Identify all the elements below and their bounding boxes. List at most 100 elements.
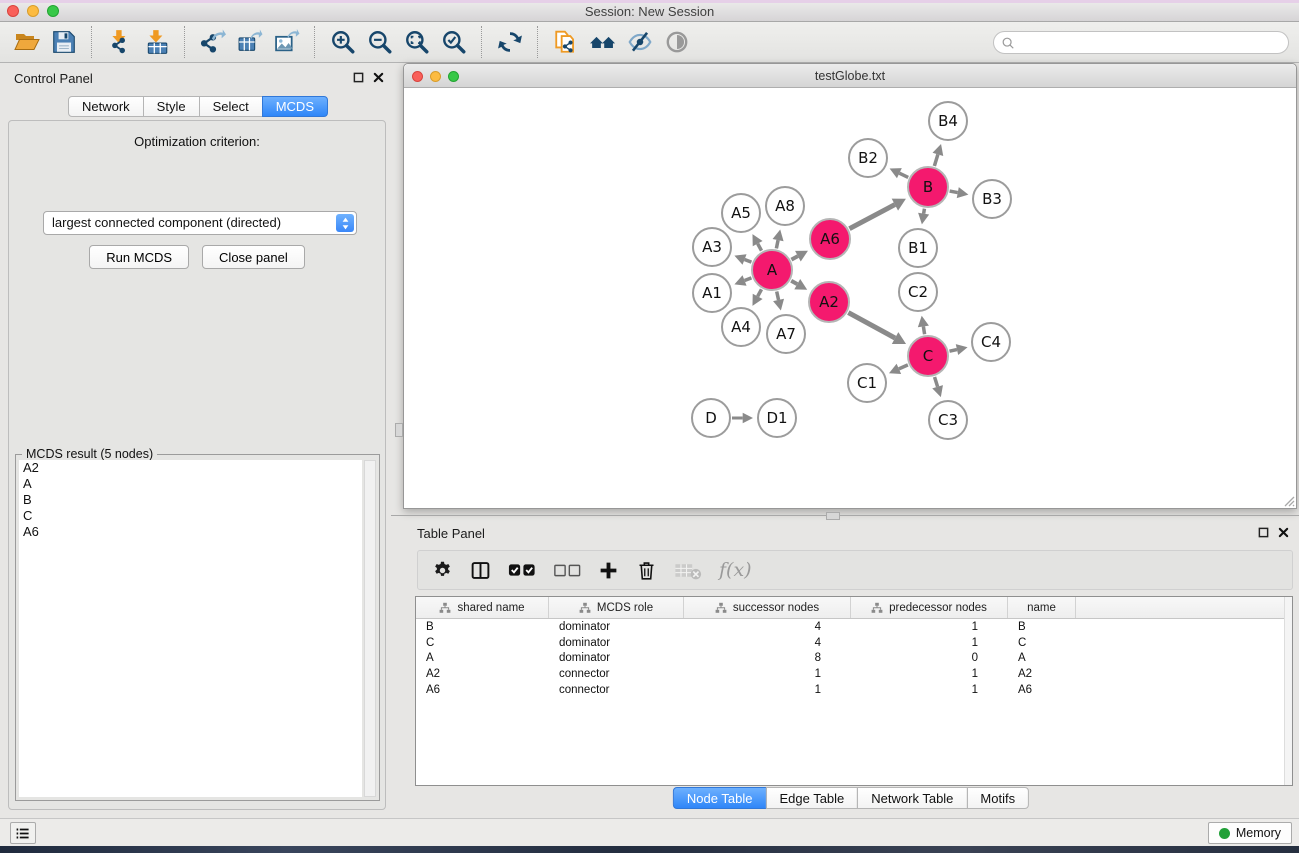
- table-cell[interactable]: C: [416, 637, 549, 649]
- open-session-button[interactable]: [8, 24, 45, 60]
- memory-button[interactable]: Memory: [1208, 822, 1292, 844]
- column-header-MCDS-role[interactable]: MCDS role: [549, 597, 684, 618]
- table-cell[interactable]: 8: [684, 652, 851, 664]
- search-input[interactable]: [1015, 34, 1288, 52]
- table-cell[interactable]: 1: [851, 621, 1008, 633]
- table-cell[interactable]: connector: [549, 668, 684, 680]
- table-cell[interactable]: A6: [1008, 684, 1076, 696]
- zoom-fit-button[interactable]: [398, 24, 435, 60]
- table-cell[interactable]: A2: [416, 668, 549, 680]
- run-mcds-button[interactable]: Run MCDS: [89, 245, 189, 269]
- table-cell[interactable]: B: [416, 621, 549, 633]
- table-cell[interactable]: 4: [684, 621, 851, 633]
- graph-node-B4[interactable]: B4: [929, 102, 967, 140]
- resize-grip-icon[interactable]: [1281, 493, 1295, 507]
- zoom-in-button[interactable]: [324, 24, 361, 60]
- task-history-button[interactable]: [10, 822, 36, 844]
- save-session-button[interactable]: [45, 24, 82, 60]
- network-graph-canvas[interactable]: B4B2BB3A5A8A6A3B1AA1C2A2A4A7C4CC1DD1C3: [405, 89, 1297, 509]
- graph-node-B2[interactable]: B2: [849, 139, 887, 177]
- export-network-button[interactable]: [194, 24, 231, 60]
- table-cell[interactable]: connector: [549, 684, 684, 696]
- tab-node-table[interactable]: Node Table: [673, 787, 767, 809]
- result-item[interactable]: A6: [19, 524, 362, 540]
- home-button[interactable]: [584, 24, 621, 60]
- horizontal-splitter-handle[interactable]: [826, 512, 840, 520]
- zoom-selected-button[interactable]: [435, 24, 472, 60]
- graph-node-A3[interactable]: A3: [693, 228, 731, 266]
- column-header-successor-nodes[interactable]: successor nodes: [684, 597, 851, 618]
- copy-network-button[interactable]: [547, 24, 584, 60]
- select-all-button[interactable]: [508, 560, 536, 581]
- zoom-out-button[interactable]: [361, 24, 398, 60]
- network-window-titlebar[interactable]: testGlobe.txt: [404, 64, 1296, 88]
- table-row[interactable]: A2connector11A2: [416, 666, 1292, 682]
- tab-network[interactable]: Network: [68, 96, 144, 117]
- delete-column-button[interactable]: [636, 560, 657, 581]
- table-cell[interactable]: 1: [684, 668, 851, 680]
- table-cell[interactable]: A: [1008, 652, 1076, 664]
- graph-node-B1[interactable]: B1: [899, 229, 937, 267]
- table-row[interactable]: Cdominator41C: [416, 635, 1292, 651]
- export-table-button[interactable]: [231, 24, 268, 60]
- import-network-button[interactable]: [101, 24, 138, 60]
- table-cell[interactable]: 4: [684, 637, 851, 649]
- deselect-all-button[interactable]: [553, 560, 581, 581]
- table-cell[interactable]: A6: [416, 684, 549, 696]
- table-cell[interactable]: 1: [851, 668, 1008, 680]
- vertical-splitter-handle[interactable]: [395, 423, 403, 437]
- graph-node-C1[interactable]: C1: [848, 364, 886, 402]
- close-panel-button[interactable]: Close panel: [202, 245, 305, 269]
- tab-network-table[interactable]: Network Table: [857, 787, 967, 809]
- graph-node-D1[interactable]: D1: [758, 399, 796, 437]
- show-all-button[interactable]: [658, 24, 695, 60]
- tab-motifs[interactable]: Motifs: [966, 787, 1029, 809]
- graph-node-A5[interactable]: A5: [722, 194, 760, 232]
- graph-node-A8[interactable]: A8: [766, 187, 804, 225]
- graph-node-A7[interactable]: A7: [767, 315, 805, 353]
- graph-node-A4[interactable]: A4: [722, 308, 760, 346]
- graph-node-D[interactable]: D: [692, 399, 730, 437]
- graph-node-C2[interactable]: C2: [899, 273, 937, 311]
- import-table-button[interactable]: [138, 24, 175, 60]
- tab-mcds[interactable]: MCDS: [262, 96, 328, 117]
- table-cell[interactable]: 0: [851, 652, 1008, 664]
- column-header-name[interactable]: name: [1008, 597, 1076, 618]
- tab-edge-table[interactable]: Edge Table: [765, 787, 858, 809]
- table-scrollbar[interactable]: [1284, 597, 1292, 785]
- table-cell[interactable]: C: [1008, 637, 1076, 649]
- graph-node-B3[interactable]: B3: [973, 180, 1011, 218]
- column-header-shared-name[interactable]: shared name: [416, 597, 549, 618]
- table-cell[interactable]: dominator: [549, 652, 684, 664]
- graph-node-A1[interactable]: A1: [693, 274, 731, 312]
- columns-button[interactable]: [470, 560, 491, 581]
- close-panel-icon[interactable]: [373, 72, 384, 83]
- table-row[interactable]: Bdominator41B: [416, 619, 1292, 635]
- table-cell[interactable]: B: [1008, 621, 1076, 633]
- table-cell[interactable]: 1: [684, 684, 851, 696]
- gear-button[interactable]: [432, 560, 453, 581]
- tab-select[interactable]: Select: [199, 96, 263, 117]
- table-row[interactable]: Adominator80A: [416, 651, 1292, 667]
- table-cell[interactable]: dominator: [549, 637, 684, 649]
- table-cell[interactable]: 1: [851, 637, 1008, 649]
- result-list-scrollbar[interactable]: [364, 460, 376, 797]
- refresh-button[interactable]: [491, 24, 528, 60]
- float-panel-icon[interactable]: [353, 72, 364, 83]
- graph-node-C[interactable]: C: [908, 336, 948, 376]
- add-column-button[interactable]: [598, 560, 619, 581]
- table-cell[interactable]: A: [416, 652, 549, 664]
- graph-node-A6[interactable]: A6: [810, 219, 850, 259]
- tab-style[interactable]: Style: [143, 96, 200, 117]
- table-cell[interactable]: dominator: [549, 621, 684, 633]
- result-item[interactable]: A: [19, 476, 362, 492]
- graph-node-C3[interactable]: C3: [929, 401, 967, 439]
- close-panel-icon[interactable]: [1278, 527, 1289, 538]
- criterion-dropdown[interactable]: largest connected component (directed): [43, 211, 357, 235]
- table-cell[interactable]: A2: [1008, 668, 1076, 680]
- result-item[interactable]: B: [19, 492, 362, 508]
- graph-node-B[interactable]: B: [908, 167, 948, 207]
- graph-node-A2[interactable]: A2: [809, 282, 849, 322]
- result-item[interactable]: A2: [19, 460, 362, 476]
- result-item[interactable]: C: [19, 508, 362, 524]
